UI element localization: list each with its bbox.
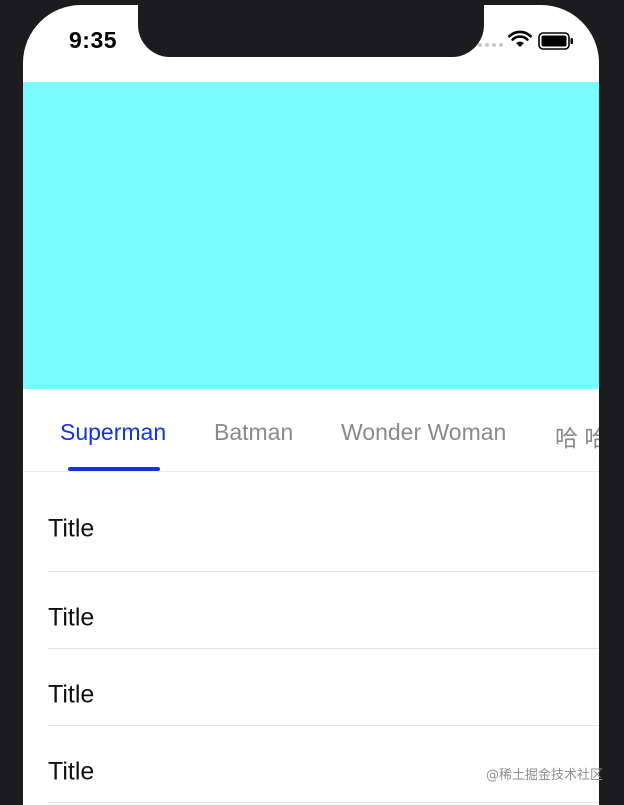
status-time: 9:35 (69, 27, 118, 53)
device-frame: 9:35 Superman Batman Wonder Woman 哈 哈 Ti… (0, 0, 624, 805)
list-item[interactable]: Title (48, 572, 599, 649)
tab-superman[interactable]: Superman (60, 419, 166, 446)
title-list: Title Title Title Title (23, 471, 599, 803)
notch (138, 5, 484, 57)
battery-icon (538, 32, 573, 50)
list-item-title: Title (48, 514, 95, 543)
tab-wonder-woman[interactable]: Wonder Woman (341, 419, 506, 446)
list-item-title: Title (48, 603, 95, 632)
phone-screen: 9:35 Superman Batman Wonder Woman 哈 哈 Ti… (23, 5, 599, 805)
watermark: @稀土掘金技术社区 (486, 768, 604, 783)
list-item-title: Title (48, 680, 95, 709)
wifi-icon (508, 30, 532, 47)
signal-dots-icon (478, 43, 503, 47)
hero-banner (23, 82, 599, 389)
tab-haha[interactable]: 哈 哈 (555, 419, 599, 453)
tab-bar[interactable]: Superman Batman Wonder Woman 哈 哈 (23, 389, 599, 472)
list-item-title: Title (48, 757, 95, 786)
list-item[interactable]: Title (48, 649, 599, 726)
list-item[interactable]: Title (48, 471, 599, 572)
tab-batman[interactable]: Batman (214, 419, 293, 446)
